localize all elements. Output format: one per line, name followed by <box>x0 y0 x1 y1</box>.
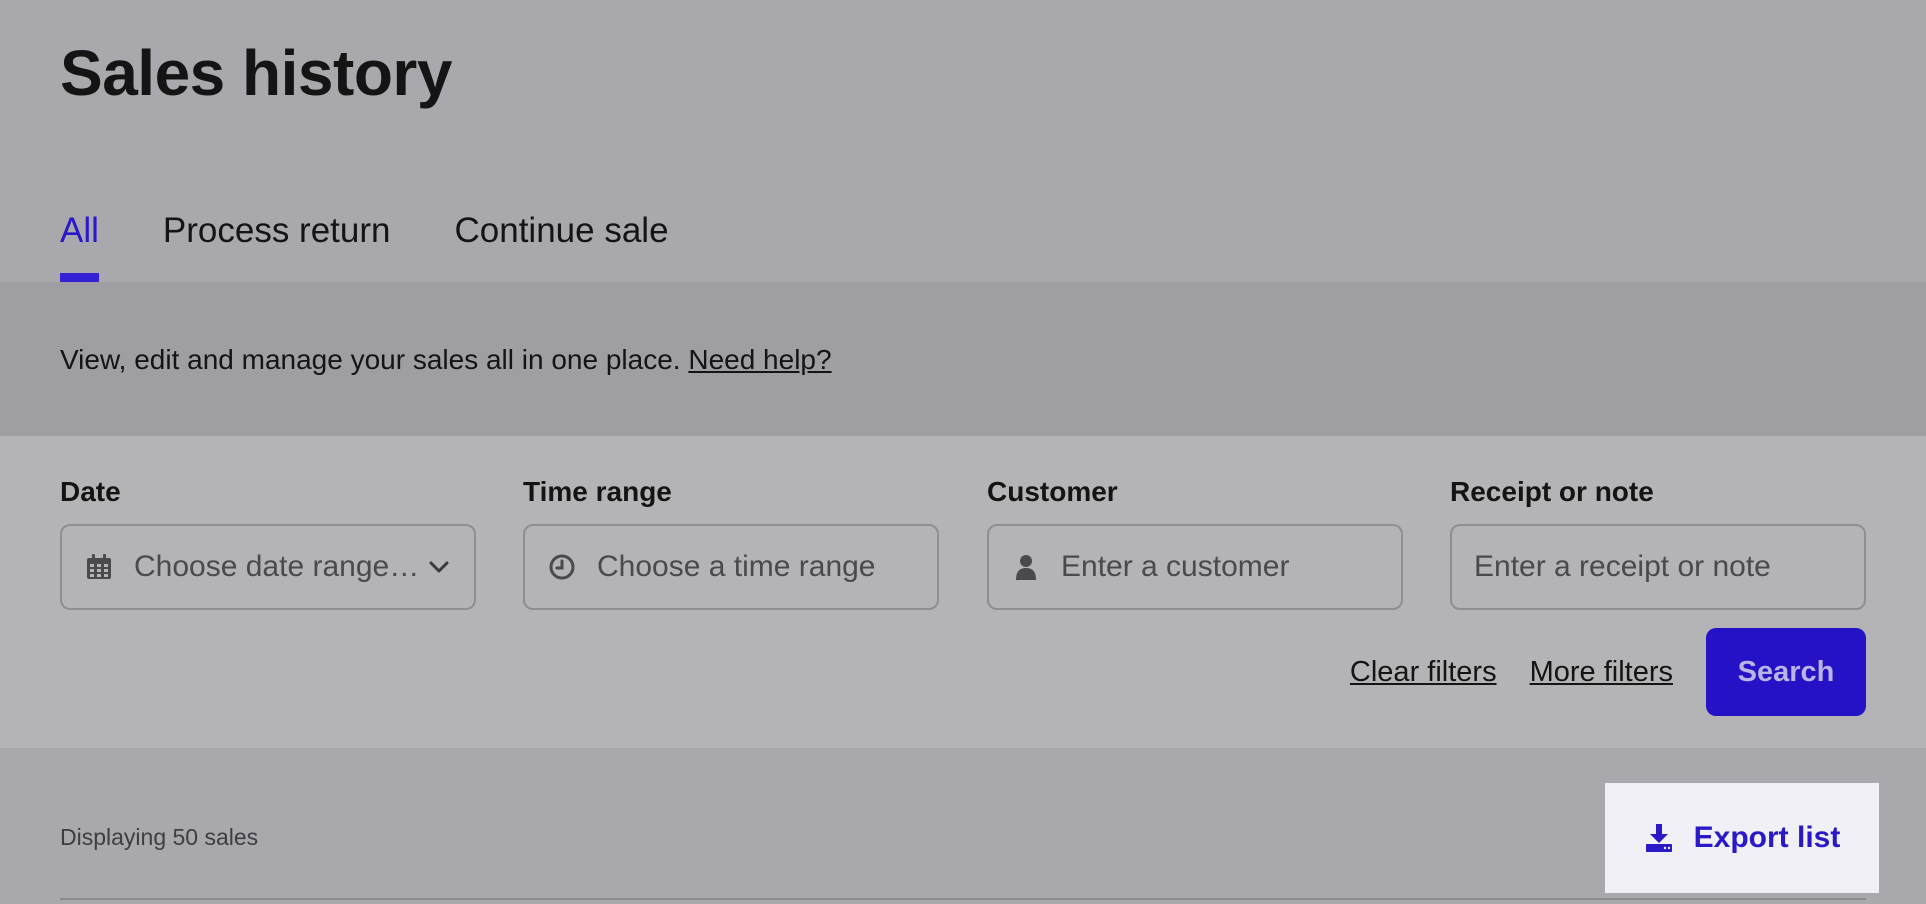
time-range-placeholder: Choose a time range <box>597 550 876 583</box>
customer-input[interactable]: Enter a customer <box>987 524 1403 610</box>
info-banner: View, edit and manage your sales all in … <box>0 282 1926 436</box>
calendar-icon <box>84 552 114 582</box>
time-range-label: Time range <box>523 476 672 507</box>
customer-filter: Customer Enter a customer <box>987 472 1403 610</box>
download-icon <box>1644 823 1674 853</box>
receipt-filter: Receipt or note Enter a receipt or note <box>1450 472 1866 610</box>
filter-panel: Date Choose date range… Time range Choos… <box>0 436 1926 748</box>
time-range-select[interactable]: Choose a time range <box>523 524 939 610</box>
date-placeholder: Choose date range… <box>134 550 416 583</box>
customer-placeholder: Enter a customer <box>1061 550 1290 583</box>
tab-process-return[interactable]: Process return <box>163 205 391 282</box>
divider <box>60 898 1866 900</box>
more-filters-button[interactable]: More filters <box>1530 656 1673 689</box>
tab-continue-sale[interactable]: Continue sale <box>455 205 669 282</box>
receipt-placeholder: Enter a receipt or note <box>1474 550 1771 583</box>
date-range-select[interactable]: Choose date range… <box>60 524 476 610</box>
page-header: Sales history All Process return Continu… <box>0 0 1926 282</box>
search-button[interactable]: Search <box>1706 628 1866 716</box>
info-description: View, edit and manage your sales all in … <box>60 344 681 375</box>
clock-icon <box>547 552 577 582</box>
filter-actions: Clear filters More filters Search <box>1350 628 1866 716</box>
tab-all[interactable]: All <box>60 205 99 282</box>
date-filter: Date Choose date range… <box>60 472 476 610</box>
clear-filters-button[interactable]: Clear filters <box>1350 656 1497 689</box>
page-title: Sales history <box>60 37 452 109</box>
need-help-link[interactable]: Need help? <box>688 344 831 375</box>
results-count: Displaying 50 sales <box>60 824 259 850</box>
customer-label: Customer <box>987 476 1118 507</box>
user-icon <box>1011 552 1041 582</box>
date-label: Date <box>60 476 121 507</box>
tab-bar: All Process return Continue sale <box>60 205 733 282</box>
chevron-down-icon <box>426 554 452 580</box>
export-list-label: Export list <box>1693 821 1841 854</box>
results-header: Displaying 50 sales Export list <box>0 748 1926 904</box>
info-text: View, edit and manage your sales all in … <box>60 344 832 376</box>
receipt-label: Receipt or note <box>1450 476 1654 507</box>
export-list-button[interactable]: Export list <box>1605 783 1879 893</box>
time-range-filter: Time range Choose a time range <box>523 472 939 610</box>
receipt-input[interactable]: Enter a receipt or note <box>1450 524 1866 610</box>
